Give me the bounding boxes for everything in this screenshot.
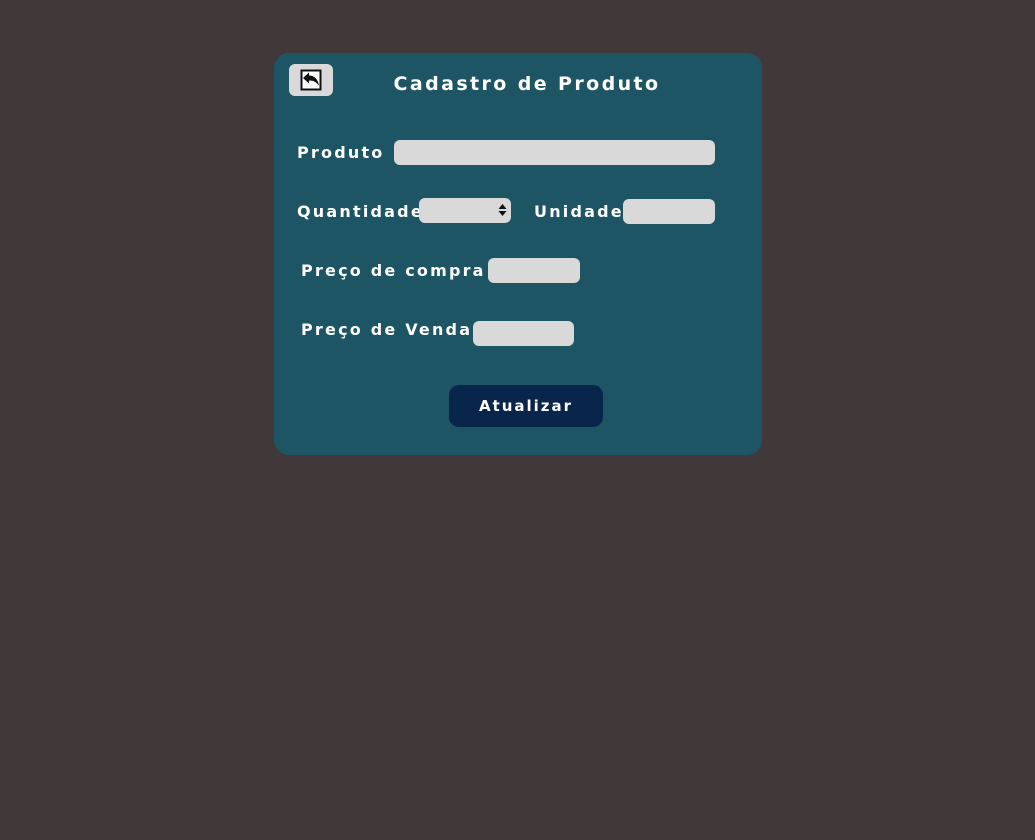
- quantidade-label: Quantidade: [297, 202, 424, 221]
- produto-label: Produto: [297, 143, 385, 162]
- atualizar-button[interactable]: Atualizar: [449, 385, 603, 427]
- product-form-card: Cadastro de Produto Produto Quantidade U…: [274, 53, 762, 455]
- page-title: Cadastro de Produto: [393, 73, 661, 95]
- produto-input[interactable]: [394, 140, 715, 165]
- quantidade-stepper[interactable]: [419, 198, 511, 223]
- preco-compra-input[interactable]: [488, 258, 580, 283]
- unidade-label: Unidade: [534, 202, 624, 221]
- stepper-arrows-icon[interactable]: [498, 203, 507, 217]
- unidade-input[interactable]: [623, 199, 715, 224]
- preco-venda-label: Preço de Venda: [301, 320, 473, 339]
- preco-compra-label: Preço de compra: [301, 261, 486, 280]
- preco-venda-input[interactable]: [473, 321, 574, 346]
